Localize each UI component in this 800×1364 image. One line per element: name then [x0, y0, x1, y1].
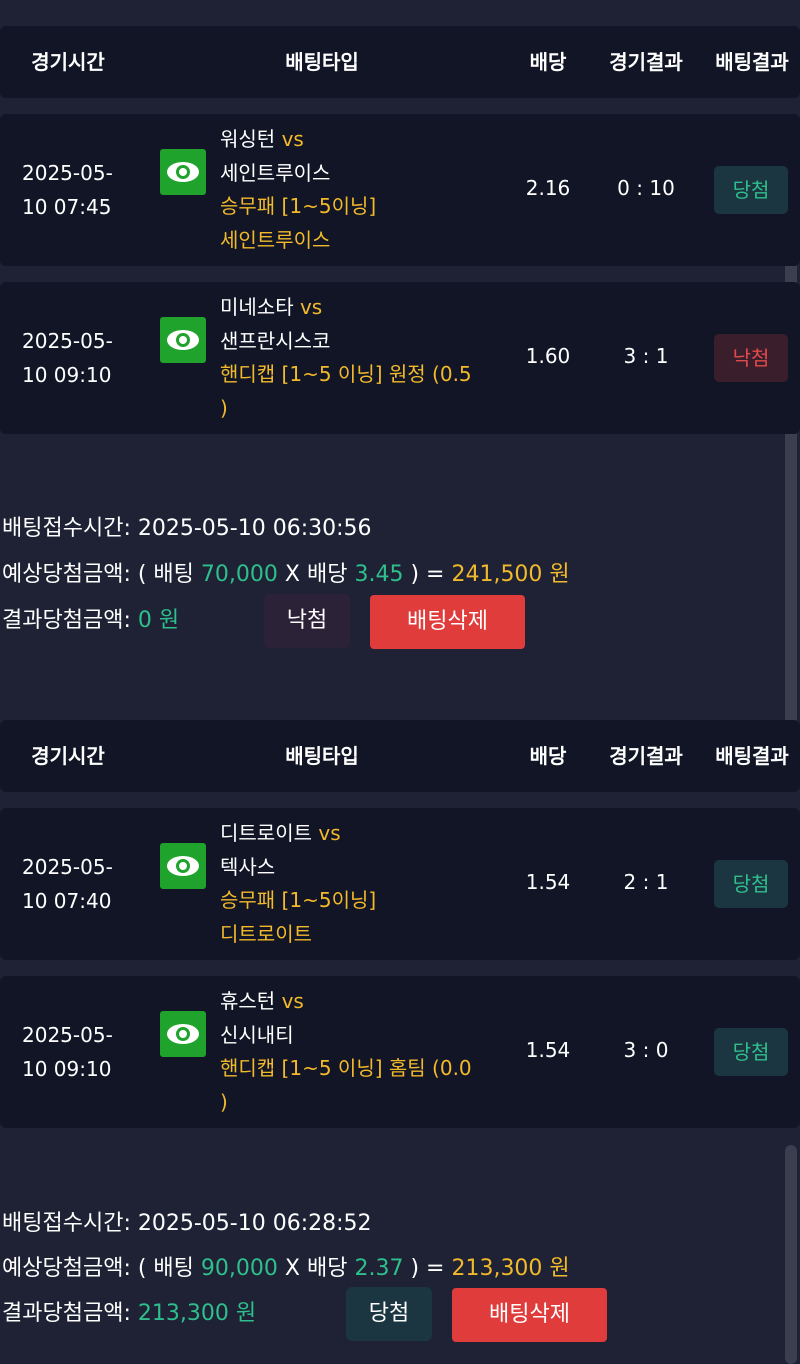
status-badge: 당첨	[714, 860, 788, 908]
home-team: 미네소타	[220, 295, 294, 319]
vs-label: vs	[281, 127, 304, 151]
total-odds: 2.37	[354, 1256, 404, 1281]
expected-amount: 241,500 원	[451, 562, 570, 587]
header-bet-result: 배팅결과	[715, 50, 789, 74]
received-time-line: 배팅접수시간: 2025-05-10 06:28:52	[2, 1207, 372, 1241]
home-team: 디트로이트	[220, 821, 312, 845]
bet-row: 2025-05- 10 07:45 워싱턴 vs 세인트루이스 승무패 [1~5…	[0, 114, 800, 266]
expected-line: 예상당첨금액: ( 배팅 90,000 X 배당 2.37 ) = 213,30…	[2, 1256, 570, 1281]
bet-row: 2025-05- 10 09:10 휴스턴 vs 신시내티 핸디캡 [1~5 이…	[0, 976, 800, 1128]
game-score: 3 : 1	[623, 344, 669, 368]
status-button[interactable]: 당첨	[346, 1287, 432, 1341]
result-label: 결과당첨금액:	[2, 608, 131, 633]
bet-description: 디트로이트 vs 텍사스 승무패 [1~5이닝] 디트로이트	[220, 817, 520, 951]
pick-label: 세인트루이스	[220, 227, 331, 252]
received-label: 배팅접수시간:	[2, 516, 131, 541]
vs-label: vs	[318, 821, 341, 845]
header-result: 경기결과	[609, 744, 683, 768]
away-team: 샌프란시스코	[220, 328, 331, 353]
header-result: 경기결과	[609, 50, 683, 74]
status-badge: 낙첨	[714, 334, 788, 382]
received-value: 2025-05-10 06:30:56	[137, 516, 372, 541]
game-time: 2025-05- 10 09:10	[22, 1023, 113, 1081]
game-time: 2025-05- 10 07:40	[22, 855, 113, 913]
odds-value: 1.60	[525, 344, 571, 368]
received-label: 배팅접수시간:	[2, 1211, 131, 1236]
odds-value: 1.54	[525, 1038, 571, 1062]
result-line: 결과당첨금액: 213,300 원	[2, 1297, 256, 1331]
game-time: 2025-05- 10 07:45	[22, 161, 113, 219]
status-button[interactable]: 낙첨	[264, 594, 350, 648]
scrollbar-bottom[interactable]	[785, 1145, 797, 1364]
header-odds: 배당	[529, 50, 567, 74]
market-label: 승무패 [1~5이닝]	[220, 194, 377, 218]
result-amount: 0 원	[137, 608, 180, 633]
vs-label: vs	[281, 989, 304, 1013]
game-time: 2025-05- 10 09:10	[22, 329, 113, 387]
away-team: 텍사스	[220, 854, 276, 879]
header-time: 경기시간	[31, 50, 105, 74]
header-odds: 배당	[529, 744, 567, 768]
game-score: 2 : 1	[623, 870, 669, 894]
game-score: 3 : 0	[623, 1038, 669, 1062]
odds-value: 2.16	[525, 176, 571, 200]
status-badge: 당첨	[714, 166, 788, 214]
table-header: 경기시간 배팅타입 배당 경기결과 배팅결과	[0, 26, 800, 98]
away-team: 신시내티	[220, 1022, 294, 1047]
view-eye-icon[interactable]	[160, 843, 206, 889]
total-odds: 3.45	[354, 562, 404, 587]
vs-label: vs	[299, 295, 323, 319]
header-bet-result: 배팅결과	[715, 744, 789, 768]
bet-description: 워싱턴 vs 세인트루이스 승무패 [1~5이닝] 세인트루이스	[220, 123, 520, 257]
expected-line: 예상당첨금액: ( 배팅 70,000 X 배당 3.45 ) = 241,50…	[2, 562, 570, 587]
away-team: 세인트루이스	[220, 160, 331, 185]
result-line: 결과당첨금액: 0 원	[2, 604, 179, 638]
pick-label: )	[220, 395, 228, 420]
market-label: 핸디캡 [1~5 이닝] 원정 (0.5	[220, 362, 472, 386]
delete-bet-button[interactable]: 배팅삭제	[370, 595, 525, 649]
view-eye-icon[interactable]	[160, 317, 206, 363]
header-type: 배팅타입	[285, 744, 359, 768]
expected-label: 예상당첨금액:	[2, 1256, 131, 1281]
view-eye-icon[interactable]	[160, 1011, 206, 1057]
pick-label: )	[220, 1089, 228, 1114]
home-team: 휴스턴	[220, 989, 276, 1013]
expected-label: 예상당첨금액:	[2, 562, 131, 587]
market-label: 승무패 [1~5이닝]	[220, 888, 377, 912]
expected-amount: 213,300 원	[451, 1256, 570, 1281]
header-time: 경기시간	[31, 744, 105, 768]
delete-bet-button[interactable]: 배팅삭제	[452, 1288, 607, 1342]
result-amount: 213,300 원	[137, 1301, 257, 1326]
view-eye-icon[interactable]	[160, 149, 206, 195]
result-label: 결과당첨금액:	[2, 1301, 131, 1326]
stake-amount: 70,000	[200, 562, 278, 587]
odds-value: 1.54	[525, 870, 571, 894]
stake-amount: 90,000	[200, 1256, 278, 1281]
bet-row: 2025-05- 10 07:40 디트로이트 vs 텍사스 승무패 [1~5이…	[0, 808, 800, 960]
pick-label: 디트로이트	[220, 921, 312, 946]
header-type: 배팅타입	[285, 50, 359, 74]
home-team: 워싱턴	[220, 127, 276, 151]
game-score: 0 : 10	[617, 176, 675, 200]
table-header: 경기시간 배팅타입 배당 경기결과 배팅결과	[0, 720, 800, 792]
bet-description: 미네소타 vs 샌프란시스코 핸디캡 [1~5 이닝] 원정 (0.5 )	[220, 291, 520, 425]
bet-row: 2025-05- 10 09:10 미네소타 vs 샌프란시스코 핸디캡 [1~…	[0, 282, 800, 434]
status-badge: 당첨	[714, 1028, 788, 1076]
market-label: 핸디캡 [1~5 이닝] 홈팀 (0.0	[220, 1056, 472, 1080]
received-value: 2025-05-10 06:28:52	[137, 1211, 372, 1236]
bet-description: 휴스턴 vs 신시내티 핸디캡 [1~5 이닝] 홈팀 (0.0 )	[220, 985, 520, 1119]
received-time-line: 배팅접수시간: 2025-05-10 06:30:56	[2, 512, 372, 546]
